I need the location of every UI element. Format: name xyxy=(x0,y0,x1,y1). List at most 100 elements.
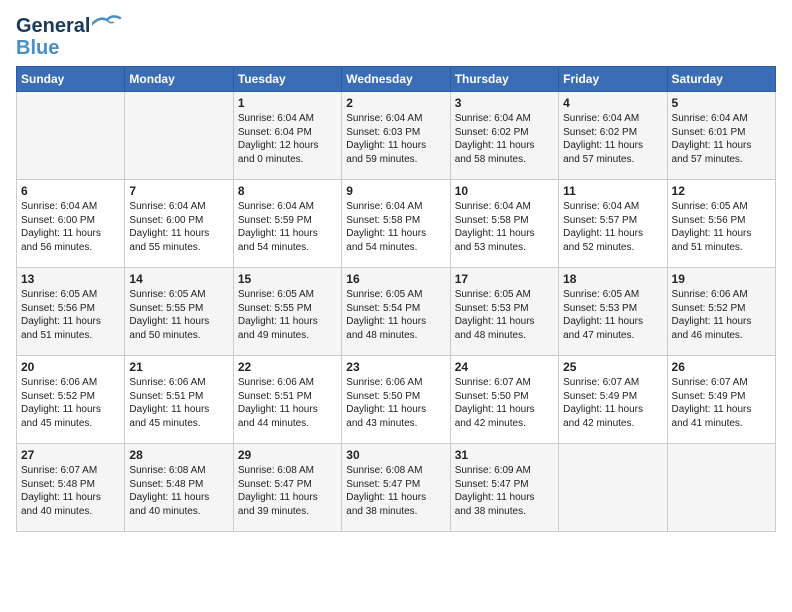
day-number: 20 xyxy=(21,360,120,374)
weekday-header-cell: Saturday xyxy=(667,67,775,92)
calendar-week-row: 6 Sunrise: 6:04 AM Sunset: 6:00 PM Daylig… xyxy=(17,180,776,268)
day-number: 2 xyxy=(346,96,445,110)
day-number: 30 xyxy=(346,448,445,462)
calendar-body: 1 Sunrise: 6:04 AM Sunset: 6:04 PM Daylig… xyxy=(17,92,776,532)
day-number: 17 xyxy=(455,272,554,286)
day-number: 13 xyxy=(21,272,120,286)
day-number: 12 xyxy=(672,184,771,198)
weekday-header-cell: Tuesday xyxy=(233,67,341,92)
calendar-cell: 13 Sunrise: 6:05 AM Sunset: 5:56 PM Dayli… xyxy=(17,268,125,356)
day-number: 6 xyxy=(21,184,120,198)
day-content: Sunrise: 6:04 AM Sunset: 5:58 PM Dayligh… xyxy=(346,200,445,254)
calendar-cell: 4Sunrise: 6:04 AM Sunset: 6:02 PM Daylig… xyxy=(559,92,667,180)
day-content: Sunrise: 6:04 AM Sunset: 5:59 PM Dayligh… xyxy=(238,200,337,254)
day-content: Sunrise: 6:04 AM Sunset: 6:01 PM Dayligh… xyxy=(672,112,771,166)
calendar-week-row: 1 Sunrise: 6:04 AM Sunset: 6:04 PM Daylig… xyxy=(17,92,776,180)
weekday-header-cell: Wednesday xyxy=(342,67,450,92)
day-number: 10 xyxy=(455,184,554,198)
day-number: 29 xyxy=(238,448,337,462)
calendar-cell: 11Sunrise: 6:04 AM Sunset: 5:57 PM Dayli… xyxy=(559,180,667,268)
calendar-cell: 31 Sunrise: 6:09 AM Sunset: 5:47 PM Dayli… xyxy=(450,444,558,532)
day-number: 18 xyxy=(563,272,662,286)
calendar-cell: 24 Sunrise: 6:07 AM Sunset: 5:50 PM Dayli… xyxy=(450,356,558,444)
day-content: Sunrise: 6:06 AM Sunset: 5:52 PM Dayligh… xyxy=(21,376,120,430)
day-number: 27 xyxy=(21,448,120,462)
calendar-cell: 10Sunrise: 6:04 AM Sunset: 5:58 PM Dayli… xyxy=(450,180,558,268)
day-number: 31 xyxy=(455,448,554,462)
day-content: Sunrise: 6:09 AM Sunset: 5:47 PM Dayligh… xyxy=(455,464,554,518)
day-number: 21 xyxy=(129,360,228,374)
day-content: Sunrise: 6:08 AM Sunset: 5:47 PM Dayligh… xyxy=(346,464,445,518)
day-number: 9 xyxy=(346,184,445,198)
weekday-header-row: SundayMondayTuesdayWednesdayThursdayFrid… xyxy=(17,67,776,92)
day-content: Sunrise: 6:07 AM Sunset: 5:49 PM Dayligh… xyxy=(672,376,771,430)
day-content: Sunrise: 6:06 AM Sunset: 5:51 PM Dayligh… xyxy=(238,376,337,430)
calendar-cell: 7 Sunrise: 6:04 AM Sunset: 6:00 PM Daylig… xyxy=(125,180,233,268)
day-number: 1 xyxy=(238,96,337,110)
day-number: 23 xyxy=(346,360,445,374)
weekday-header-cell: Sunday xyxy=(17,67,125,92)
calendar-cell xyxy=(17,92,125,180)
calendar-cell: 22 Sunrise: 6:06 AM Sunset: 5:51 PM Dayli… xyxy=(233,356,341,444)
logo-bird-icon xyxy=(92,14,122,32)
weekday-header-cell: Friday xyxy=(559,67,667,92)
day-number: 22 xyxy=(238,360,337,374)
calendar-cell xyxy=(559,444,667,532)
calendar-cell: 19 Sunrise: 6:06 AM Sunset: 5:52 PM Dayli… xyxy=(667,268,775,356)
day-content: Sunrise: 6:05 AM Sunset: 5:54 PM Dayligh… xyxy=(346,288,445,342)
calendar-cell: 16 Sunrise: 6:05 AM Sunset: 5:54 PM Dayli… xyxy=(342,268,450,356)
calendar-cell: 12 Sunrise: 6:05 AM Sunset: 5:56 PM Dayli… xyxy=(667,180,775,268)
day-number: 8 xyxy=(238,184,337,198)
day-content: Sunrise: 6:06 AM Sunset: 5:50 PM Dayligh… xyxy=(346,376,445,430)
calendar-cell: 6Sunrise: 6:04 AM Sunset: 6:00 PM Daylig… xyxy=(17,180,125,268)
day-content: Sunrise: 6:05 AM Sunset: 5:55 PM Dayligh… xyxy=(238,288,337,342)
day-number: 25 xyxy=(563,360,662,374)
day-content: Sunrise: 6:04 AM Sunset: 6:02 PM Dayligh… xyxy=(455,112,554,166)
day-content: Sunrise: 6:05 AM Sunset: 5:56 PM Dayligh… xyxy=(21,288,120,342)
calendar-cell: 29 Sunrise: 6:08 AM Sunset: 5:47 PM Dayli… xyxy=(233,444,341,532)
logo: General Blue xyxy=(16,16,122,58)
calendar-cell: 28 Sunrise: 6:08 AM Sunset: 5:48 PM Dayli… xyxy=(125,444,233,532)
calendar-week-row: 20 Sunrise: 6:06 AM Sunset: 5:52 PM Dayli… xyxy=(17,356,776,444)
calendar-cell: 9 Sunrise: 6:04 AM Sunset: 5:58 PM Daylig… xyxy=(342,180,450,268)
day-number: 24 xyxy=(455,360,554,374)
day-number: 4 xyxy=(563,96,662,110)
day-number: 3 xyxy=(455,96,554,110)
day-content: Sunrise: 6:04 AM Sunset: 6:00 PM Dayligh… xyxy=(129,200,228,254)
calendar-cell: 20 Sunrise: 6:06 AM Sunset: 5:52 PM Dayli… xyxy=(17,356,125,444)
day-number: 5 xyxy=(672,96,771,110)
calendar-cell: 23 Sunrise: 6:06 AM Sunset: 5:50 PM Dayli… xyxy=(342,356,450,444)
calendar-week-row: 13 Sunrise: 6:05 AM Sunset: 5:56 PM Dayli… xyxy=(17,268,776,356)
calendar-cell: 18Sunrise: 6:05 AM Sunset: 5:53 PM Dayli… xyxy=(559,268,667,356)
day-number: 28 xyxy=(129,448,228,462)
day-content: Sunrise: 6:07 AM Sunset: 5:48 PM Dayligh… xyxy=(21,464,120,518)
day-number: 11 xyxy=(563,184,662,198)
calendar-table: SundayMondayTuesdayWednesdayThursdayFrid… xyxy=(16,66,776,532)
calendar-cell xyxy=(667,444,775,532)
calendar-cell: 30 Sunrise: 6:08 AM Sunset: 5:47 PM Dayli… xyxy=(342,444,450,532)
day-content: Sunrise: 6:08 AM Sunset: 5:48 PM Dayligh… xyxy=(129,464,228,518)
day-number: 19 xyxy=(672,272,771,286)
day-number: 15 xyxy=(238,272,337,286)
day-number: 16 xyxy=(346,272,445,286)
calendar-cell: 1 Sunrise: 6:04 AM Sunset: 6:04 PM Daylig… xyxy=(233,92,341,180)
calendar-cell xyxy=(125,92,233,180)
logo-general: General xyxy=(16,16,90,36)
day-content: Sunrise: 6:08 AM Sunset: 5:47 PM Dayligh… xyxy=(238,464,337,518)
calendar-cell: 21Sunrise: 6:06 AM Sunset: 5:51 PM Dayli… xyxy=(125,356,233,444)
calendar-cell: 25 Sunrise: 6:07 AM Sunset: 5:49 PM Dayli… xyxy=(559,356,667,444)
weekday-header-cell: Monday xyxy=(125,67,233,92)
calendar-cell: 8 Sunrise: 6:04 AM Sunset: 5:59 PM Daylig… xyxy=(233,180,341,268)
calendar-cell: 15 Sunrise: 6:05 AM Sunset: 5:55 PM Dayli… xyxy=(233,268,341,356)
calendar-cell: 2Sunrise: 6:04 AM Sunset: 6:03 PM Daylig… xyxy=(342,92,450,180)
day-content: Sunrise: 6:07 AM Sunset: 5:49 PM Dayligh… xyxy=(563,376,662,430)
day-content: Sunrise: 6:07 AM Sunset: 5:50 PM Dayligh… xyxy=(455,376,554,430)
day-content: Sunrise: 6:05 AM Sunset: 5:56 PM Dayligh… xyxy=(672,200,771,254)
logo-blue: Blue xyxy=(16,38,59,58)
day-content: Sunrise: 6:06 AM Sunset: 5:52 PM Dayligh… xyxy=(672,288,771,342)
day-content: Sunrise: 6:04 AM Sunset: 6:04 PM Dayligh… xyxy=(238,112,337,166)
calendar-cell: 17Sunrise: 6:05 AM Sunset: 5:53 PM Dayli… xyxy=(450,268,558,356)
day-content: Sunrise: 6:05 AM Sunset: 5:55 PM Dayligh… xyxy=(129,288,228,342)
calendar-cell: 27 Sunrise: 6:07 AM Sunset: 5:48 PM Dayli… xyxy=(17,444,125,532)
day-number: 7 xyxy=(129,184,228,198)
